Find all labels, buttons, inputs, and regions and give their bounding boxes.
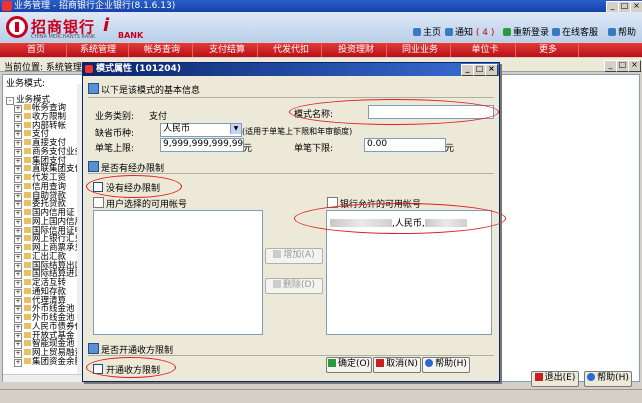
- bank-english-name: CHINA MERCHANTS BANK: [31, 34, 96, 40]
- biz-type-value: 支付: [149, 112, 168, 122]
- nav-unit-card[interactable]: 单位卡: [455, 43, 516, 57]
- section-divider: [88, 97, 494, 98]
- delete-button[interactable]: 删除(D): [265, 278, 323, 294]
- online-service-link[interactable]: 在线客服: [552, 28, 598, 39]
- dialog-title: 模式属性 (101204): [96, 64, 181, 74]
- payee-limit-checkbox[interactable]: 开通收方限制: [93, 363, 160, 376]
- list-icon: [327, 197, 338, 208]
- dialog-icon: [85, 65, 93, 73]
- window-title: 业务管理 - 招商银行企业银行(8.1.6.13): [14, 1, 176, 11]
- home-link[interactable]: 主页: [413, 28, 441, 39]
- lower-limit-unit: 元: [445, 144, 455, 154]
- exit-icon: [534, 373, 543, 381]
- mode-name-input[interactable]: [368, 105, 494, 119]
- nav-home[interactable]: 首页: [6, 43, 67, 57]
- app-icon: [2, 1, 12, 11]
- cross-icon: [376, 359, 385, 367]
- status-bar: [0, 389, 642, 403]
- chevron-down-icon: ▼: [230, 124, 241, 134]
- section-icon: [88, 343, 99, 354]
- nav-account-query[interactable]: 帐务查询: [132, 43, 193, 57]
- mode-name-label: 模式名称:: [294, 110, 334, 120]
- arrow-right-icon: [273, 250, 282, 258]
- service-icon: [552, 28, 560, 36]
- home-icon: [413, 28, 421, 36]
- checkbox[interactable]: [93, 364, 103, 374]
- section-icon: [88, 161, 99, 172]
- redacted-account-name: [330, 219, 392, 227]
- folder-icon: [24, 357, 31, 364]
- upper-limit-label: 单笔上限:: [95, 144, 135, 154]
- no-limit-checkbox[interactable]: 没有经办限制: [93, 181, 160, 194]
- help-link[interactable]: 帮助: [608, 28, 636, 39]
- breadcrumb: 当前位置: 系统管理: [4, 63, 82, 73]
- nav-investment[interactable]: 投资理财: [326, 43, 387, 57]
- bank-accounts-list[interactable]: ,人民币,: [326, 210, 492, 335]
- main-help-button[interactable]: 帮助(H): [584, 371, 632, 387]
- upper-limit-input[interactable]: 9,999,999,999,999.99: [160, 138, 244, 152]
- currency-note: (适用于单笔上下限和年审额度): [242, 127, 353, 136]
- header-banner: 招商银行 CHINA MERCHANTS BANK i BANK 主页 通知 (…: [0, 12, 642, 42]
- info-icon: [88, 83, 99, 94]
- tree-item[interactable]: + 集团资金余额: [14, 355, 83, 367]
- expand-icon[interactable]: +: [14, 358, 22, 367]
- tree-item-label: 集团资金余额: [32, 356, 84, 367]
- dialog-help-button[interactable]: 帮助(H): [422, 357, 470, 373]
- tree-header: 业务模式:: [6, 79, 46, 89]
- main-nav: 首页 系统管理 帐务查询 支付结算 代发代扣 投资理财 同业业务 单位卡 更多: [0, 43, 642, 57]
- sub-close-button[interactable]: ×: [628, 60, 641, 72]
- upper-limit-unit: 元: [243, 144, 253, 154]
- relogin-link[interactable]: 重新登录: [503, 28, 549, 39]
- bank-logo-icon: [6, 16, 28, 38]
- dialog-title-bar: 模式属性 (101204) _ □ ×: [83, 63, 499, 76]
- list-item[interactable]: ,人民币,: [330, 216, 467, 229]
- basic-info-section: 以下是该模式的基本信息: [88, 83, 200, 96]
- help-icon: [425, 359, 434, 367]
- user-accounts-label: 用户选择的可用帐号: [93, 197, 187, 210]
- notify-icon: [445, 28, 453, 36]
- currency-select[interactable]: 人民币 ▼: [160, 123, 242, 137]
- list-icon: [93, 197, 104, 208]
- cancel-button[interactable]: 取消(N): [373, 357, 421, 373]
- redacted-account-number: [424, 219, 467, 227]
- nav-payment[interactable]: 支付结算: [197, 43, 258, 57]
- nav-payroll[interactable]: 代发代扣: [261, 43, 322, 57]
- section-divider: [88, 355, 494, 356]
- notify-link[interactable]: 通知 ( 4 ): [445, 28, 494, 39]
- lower-limit-label: 单笔下限:: [294, 144, 334, 154]
- mode-properties-dialog: 模式属性 (101204) _ □ × 以下是该模式的基本信息 业务类别: 支付…: [82, 62, 506, 382]
- check-icon: [327, 359, 336, 367]
- window-title-bar: 业务管理 - 招商银行企业银行(8.1.6.13) _ □ ×: [0, 0, 642, 13]
- relogin-icon: [503, 28, 511, 36]
- exit-button[interactable]: 退出(E): [531, 371, 579, 387]
- nav-interbank[interactable]: 同业业务: [390, 43, 451, 57]
- nav-system-management[interactable]: 系统管理: [68, 43, 129, 57]
- checkbox[interactable]: [93, 182, 103, 192]
- help-icon: [587, 373, 596, 381]
- currency-label: 缺省币种:: [95, 129, 135, 139]
- add-button[interactable]: 增加(A): [265, 248, 323, 264]
- lower-limit-input[interactable]: 0.00: [364, 138, 446, 152]
- notify-count: ( 4 ): [475, 28, 495, 38]
- ok-button[interactable]: 确定(O): [326, 357, 372, 373]
- nav-more[interactable]: 更多: [518, 43, 579, 57]
- arrow-left-icon: [273, 280, 282, 288]
- ibank-logo-i: i: [103, 15, 110, 36]
- biz-type-label: 业务类别:: [95, 112, 135, 122]
- user-accounts-list[interactable]: [93, 210, 263, 335]
- dialog-close-button[interactable]: ×: [485, 64, 498, 76]
- tree-horizontal-scrollbar[interactable]: [3, 374, 85, 382]
- section-divider: [88, 173, 494, 174]
- ibank-logo-text: BANK: [118, 31, 144, 40]
- help-icon: [608, 28, 616, 36]
- bank-accounts-label: 银行允许的可用帐号: [327, 197, 421, 210]
